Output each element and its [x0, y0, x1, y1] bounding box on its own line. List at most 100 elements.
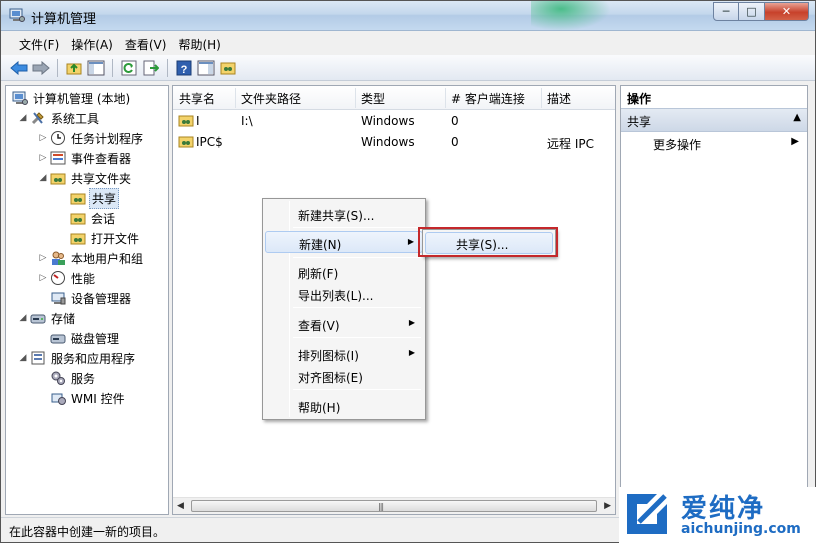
tree-node-shares[interactable]: 共享: [68, 187, 120, 209]
column-header-row: 共享名 文件夹路径 类型 # 客户端连接 描述: [173, 86, 615, 110]
watermark-url: aichunjing.com: [681, 521, 801, 537]
collapsed-triangle-icon[interactable]: ▷: [38, 253, 48, 263]
collapsed-triangle-icon[interactable]: ▷: [38, 153, 48, 163]
show-hide-tree-icon[interactable]: [86, 58, 106, 78]
tree-node-wmi[interactable]: WMI 控件: [48, 388, 127, 408]
cell-folder-path: I:\: [241, 114, 253, 128]
tree-node-task-scheduler[interactable]: ▷ 任务计划程序: [38, 128, 145, 148]
menu-item-new[interactable]: 新建(N) ▶: [265, 231, 423, 253]
refresh-icon[interactable]: [119, 58, 139, 78]
menu-item-help[interactable]: 帮助(H): [265, 395, 423, 417]
actions-group-share[interactable]: 共享 ▲: [621, 108, 807, 132]
window-title: 计算机管理: [31, 12, 97, 27]
column-divider[interactable]: [541, 88, 542, 108]
column-divider[interactable]: [445, 88, 446, 108]
computer-management-window: 计算机管理 ─ □ ✕ 文件(F) 操作(A) 查看(V) 帮助(H) ? 计算…: [0, 0, 816, 543]
cell-share-name: I: [196, 114, 200, 128]
menu-file[interactable]: 文件(F): [13, 32, 65, 54]
menu-item-label: 查看(V): [298, 319, 340, 333]
menu-separator: [293, 257, 421, 258]
forward-icon[interactable]: [31, 58, 51, 78]
expanded-triangle-icon[interactable]: ◢: [18, 353, 28, 363]
tree-node-event-viewer[interactable]: ▷ 事件查看器: [38, 148, 133, 168]
menu-action[interactable]: 操作(A): [65, 32, 119, 54]
watermark-brand: 爱纯净: [681, 494, 766, 524]
back-icon[interactable]: [9, 58, 29, 78]
tree-label: 服务和应用程序: [51, 351, 136, 366]
tree-label: 共享文件夹: [71, 171, 132, 186]
title-bar[interactable]: 计算机管理 ─ □ ✕: [1, 1, 815, 31]
expanded-triangle-icon[interactable]: ◢: [38, 173, 48, 183]
services-apps-icon: [30, 350, 46, 366]
collapsed-triangle-icon[interactable]: ▷: [38, 133, 48, 143]
new-share-icon[interactable]: [218, 58, 238, 78]
tree-node-services-apps[interactable]: ◢ 服务和应用程序: [18, 348, 137, 368]
menu-view[interactable]: 查看(V): [119, 32, 173, 54]
collapse-up-icon[interactable]: ▲: [793, 112, 801, 123]
svg-text:?: ?: [181, 64, 188, 76]
menu-item-label: 新建(N): [299, 238, 342, 252]
tree-node-performance[interactable]: ▷ 性能: [38, 268, 97, 288]
maximize-button[interactable]: □: [739, 2, 765, 21]
column-header-share-name[interactable]: 共享名: [179, 90, 215, 107]
tree-node-shared-folders[interactable]: ◢ 共享文件夹: [38, 168, 133, 188]
column-divider[interactable]: [235, 88, 236, 108]
export-list-icon[interactable]: [141, 58, 161, 78]
tree-node-disk-management[interactable]: 磁盘管理: [48, 328, 121, 348]
tree-node-device-manager[interactable]: 设备管理器: [48, 288, 133, 308]
column-divider[interactable]: [355, 88, 356, 108]
tree-node-storage[interactable]: ◢ 存储: [18, 308, 77, 328]
red-highlight-annotation: [418, 227, 558, 257]
tree-label: 事件查看器: [71, 151, 132, 166]
close-button[interactable]: ✕: [765, 2, 809, 21]
help-icon[interactable]: ?: [174, 58, 194, 78]
menu-item-refresh[interactable]: 刷新(F): [265, 261, 423, 283]
minimize-button[interactable]: ─: [713, 2, 739, 21]
tree-node-local-users[interactable]: ▷ 本地用户和组: [38, 248, 145, 268]
tree-label: WMI 控件: [71, 391, 125, 406]
table-row[interactable]: IPC$ Windows 0 远程 IPC: [173, 132, 615, 152]
table-row[interactable]: I I:\ Windows 0: [173, 111, 615, 131]
tree-node-system-tools[interactable]: ◢ 系统工具: [18, 108, 101, 128]
tree-label: 服务: [71, 371, 96, 386]
cell-type: Windows: [361, 114, 415, 128]
menu-bar: 文件(F) 操作(A) 查看(V) 帮助(H): [1, 32, 815, 54]
cell-share-name: IPC$: [196, 135, 223, 149]
scrollbar-thumb[interactable]: |||: [191, 500, 597, 512]
window-controls: ─ □ ✕: [713, 2, 809, 22]
cell-client-connections: 0: [451, 135, 459, 149]
tree-node-open-files[interactable]: 打开文件: [68, 228, 141, 248]
column-header-type[interactable]: 类型: [361, 90, 385, 107]
tree-node-root[interactable]: 计算机管理 (本地): [10, 88, 132, 108]
tree-node-sessions[interactable]: 会话: [68, 208, 117, 228]
column-header-client-connections[interactable]: # 客户端连接: [451, 90, 525, 107]
expanded-triangle-icon[interactable]: ◢: [18, 313, 28, 323]
device-manager-icon: [50, 290, 66, 306]
watermark: 爱纯净 aichunjing.com: [619, 487, 816, 543]
show-hide-action-pane-icon[interactable]: [196, 58, 216, 78]
tree-label: 任务计划程序: [71, 131, 144, 146]
cell-description: 远程 IPC: [547, 137, 594, 151]
menu-item-arrange-icons[interactable]: 排列图标(I) ▶: [265, 343, 423, 365]
up-folder-icon[interactable]: [64, 58, 84, 78]
column-header-description[interactable]: 描述: [547, 90, 571, 107]
toolbar-separator: [112, 58, 113, 77]
computer-management-app-icon: [9, 8, 25, 22]
open-files-icon: [70, 230, 86, 246]
column-header-folder-path[interactable]: 文件夹路径: [241, 90, 301, 107]
menu-item-export-list[interactable]: 导出列表(L)...: [265, 283, 423, 305]
more-actions-link[interactable]: 更多操作: [653, 136, 701, 153]
menu-help[interactable]: 帮助(H): [172, 32, 226, 54]
menu-item-new-share[interactable]: 新建共享(S)...: [265, 203, 423, 225]
computer-management-icon: [12, 90, 28, 106]
menu-item-view[interactable]: 查看(V) ▶: [265, 313, 423, 335]
gears-icon: [50, 370, 66, 386]
collapsed-triangle-icon[interactable]: ▷: [38, 273, 48, 283]
expanded-triangle-icon[interactable]: ◢: [18, 113, 28, 123]
submenu-arrow-icon[interactable]: ▶: [791, 136, 799, 147]
tree-node-services[interactable]: 服务: [48, 368, 97, 388]
horizontal-scrollbar[interactable]: ◀ ||| ▶: [173, 497, 615, 514]
menu-item-align-icons[interactable]: 对齐图标(E): [265, 365, 423, 387]
scroll-right-arrow-icon[interactable]: ▶: [604, 501, 611, 511]
scroll-left-arrow-icon[interactable]: ◀: [177, 501, 184, 511]
